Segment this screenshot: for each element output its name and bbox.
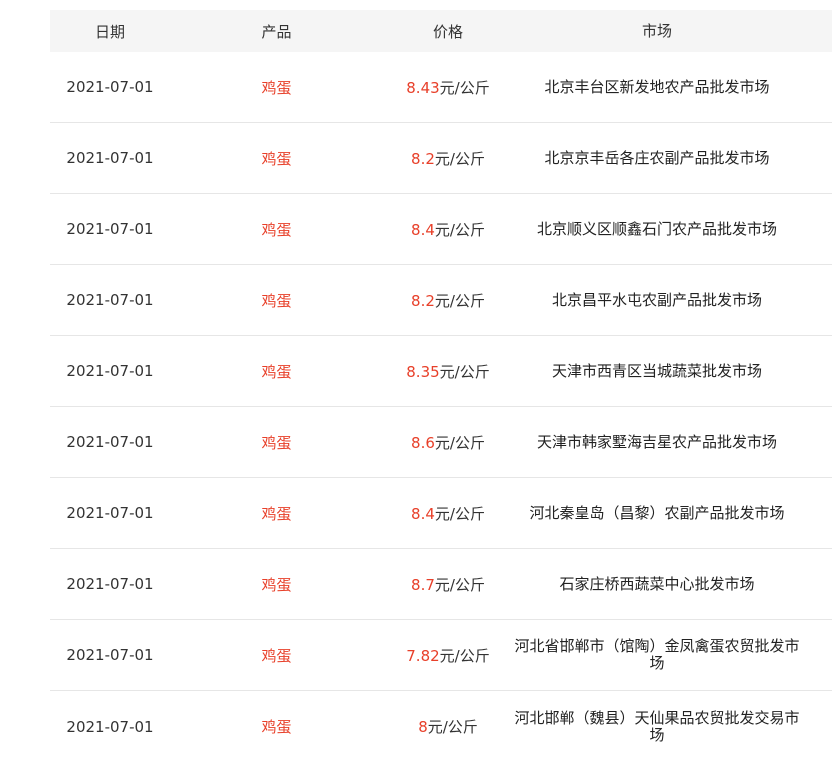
- row-price: 8.7元/公斤: [383, 574, 513, 595]
- row-price: 8.43元/公斤: [383, 77, 513, 98]
- row-date: 2021-07-01: [66, 433, 154, 451]
- row-market: 天津市韩家墅海吉星农产品批发市场: [536, 432, 777, 451]
- row-price: 8.4元/公斤: [383, 219, 513, 240]
- price-value: 8: [418, 718, 428, 736]
- price-value: 8.4: [411, 220, 435, 239]
- price-value: 8.7: [411, 575, 435, 594]
- row-market: 河北邯郸（魏县）天仙果品农贸批发交易市场: [514, 708, 800, 744]
- row-date: 2021-07-01: [66, 291, 154, 309]
- table-row: 2021-07-01 鸡蛋 7.82元/公斤 河北省邯郸市（馆陶）金凤禽蛋农贸批…: [50, 620, 832, 691]
- price-value: 8.2: [411, 291, 435, 310]
- price-unit: 元/公斤: [439, 362, 490, 381]
- table-header: 日期 产品 价格 市场: [50, 10, 832, 52]
- row-market: 北京昌平水屯农副产品批发市场: [551, 290, 762, 309]
- price-unit: 元/公斤: [439, 78, 490, 97]
- row-date: 2021-07-01: [66, 504, 154, 522]
- row-date: 2021-07-01: [66, 575, 154, 593]
- row-product-link[interactable]: 鸡蛋: [170, 432, 383, 453]
- row-price: 8元/公斤: [383, 716, 513, 737]
- row-date: 2021-07-01: [66, 717, 154, 736]
- row-market: 河北秦皇岛（昌黎）农副产品批发市场: [529, 503, 785, 522]
- table-row: 2021-07-01 鸡蛋 8.7元/公斤 石家庄桥西蔬菜中心批发市场: [50, 549, 832, 620]
- row-product-link[interactable]: 鸡蛋: [170, 290, 383, 311]
- row-price: 8.35元/公斤: [383, 361, 513, 382]
- row-product-link[interactable]: 鸡蛋: [170, 148, 383, 169]
- row-date: 2021-07-01: [66, 78, 154, 96]
- table-row: 2021-07-01 鸡蛋 8.6元/公斤 天津市韩家墅海吉星农产品批发市场: [50, 407, 832, 478]
- row-market: 河北省邯郸市（馆陶）金凤禽蛋农贸批发市场: [514, 637, 800, 672]
- row-market: 北京顺义区顺鑫石门农产品批发市场: [536, 219, 777, 238]
- row-product-link[interactable]: 鸡蛋: [170, 361, 383, 382]
- table-row: 2021-07-01 鸡蛋 8.2元/公斤 北京京丰岳各庄农副产品批发市场: [50, 123, 832, 194]
- price-value: 8.2: [411, 149, 435, 168]
- row-price: 8.2元/公斤: [383, 148, 513, 169]
- price-unit: 元/公斤: [434, 149, 485, 168]
- row-date: 2021-07-01: [66, 220, 154, 238]
- row-market: 石家庄桥西蔬菜中心批发市场: [559, 574, 755, 593]
- price-unit: 元/公斤: [427, 718, 478, 736]
- table-row: 2021-07-01 鸡蛋 8.35元/公斤 天津市西青区当城蔬菜批发市场: [50, 336, 832, 407]
- price-unit: 元/公斤: [434, 291, 485, 310]
- price-unit: 元/公斤: [434, 504, 485, 523]
- price-value: 7.82: [406, 646, 440, 665]
- header-date: 日期: [94, 22, 125, 41]
- row-market: 北京丰台区新发地农产品批发市场: [544, 77, 770, 96]
- price-unit: 元/公斤: [434, 575, 485, 594]
- table-row: 2021-07-01 鸡蛋 8.4元/公斤 北京顺义区顺鑫石门农产品批发市场: [50, 194, 832, 265]
- row-market: 北京京丰岳各庄农副产品批发市场: [544, 148, 770, 167]
- price-value: 8.6: [411, 433, 435, 452]
- row-date: 2021-07-01: [66, 149, 154, 167]
- row-product-link[interactable]: 鸡蛋: [170, 645, 383, 666]
- row-product-link[interactable]: 鸡蛋: [170, 219, 383, 240]
- price-unit: 元/公斤: [434, 220, 485, 239]
- header-market: 市场: [641, 21, 672, 40]
- row-product-link[interactable]: 鸡蛋: [170, 716, 383, 737]
- row-price: 8.2元/公斤: [383, 290, 513, 311]
- row-product-link[interactable]: 鸡蛋: [170, 503, 383, 524]
- price-value: 8.35: [406, 362, 440, 381]
- price-unit: 元/公斤: [434, 433, 485, 452]
- table-row: 2021-07-01 鸡蛋 8元/公斤 河北邯郸（魏县）天仙果品农贸批发交易市场: [50, 691, 832, 762]
- table-row: 2021-07-01 鸡蛋 8.4元/公斤 河北秦皇岛（昌黎）农副产品批发市场: [50, 478, 832, 549]
- row-price: 7.82元/公斤: [383, 645, 513, 666]
- row-date: 2021-07-01: [66, 646, 154, 664]
- price-value: 8.4: [411, 504, 435, 523]
- table-row: 2021-07-01 鸡蛋 8.43元/公斤 北京丰台区新发地农产品批发市场: [50, 52, 832, 123]
- price-value: 8.43: [406, 78, 440, 97]
- row-date: 2021-07-01: [66, 362, 154, 380]
- price-unit: 元/公斤: [439, 646, 490, 665]
- row-price: 8.4元/公斤: [383, 503, 513, 524]
- price-table: 日期 产品 价格 市场 2021-07-01 鸡蛋 8.43元/公斤 北京丰台区…: [50, 10, 832, 762]
- row-product-link[interactable]: 鸡蛋: [170, 574, 383, 595]
- header-product: 产品: [261, 22, 292, 41]
- row-market: 天津市西青区当城蔬菜批发市场: [551, 361, 762, 380]
- row-price: 8.6元/公斤: [383, 432, 513, 453]
- table-row: 2021-07-01 鸡蛋 8.2元/公斤 北京昌平水屯农副产品批发市场: [50, 265, 832, 336]
- row-product-link[interactable]: 鸡蛋: [170, 77, 383, 98]
- header-price: 价格: [432, 22, 463, 41]
